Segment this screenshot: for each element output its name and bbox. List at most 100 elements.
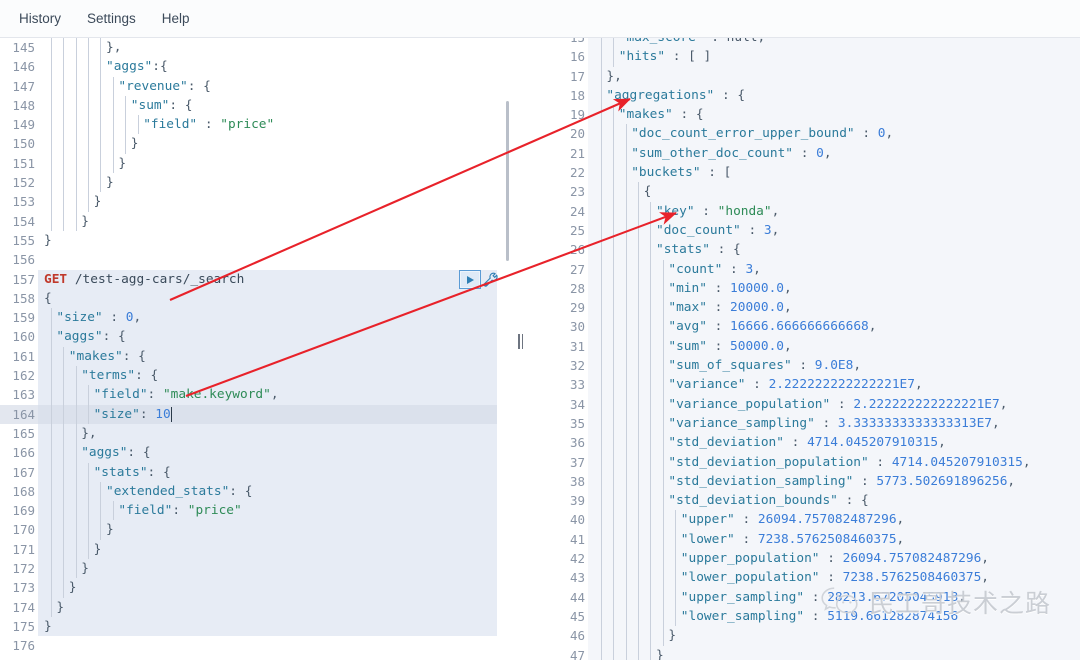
code-line[interactable]: 17▴}, — [555, 66, 1080, 86]
code-line[interactable]: 149 "field" : "price" — [0, 115, 497, 135]
indent-guide — [613, 163, 615, 183]
code-text: "aggregations" : { — [588, 85, 1080, 106]
code-line[interactable]: 162▾"terms": { — [0, 366, 497, 386]
indent-guide — [650, 298, 652, 318]
indent-guide — [50, 153, 52, 174]
code-line[interactable]: 153▴} — [0, 192, 497, 212]
indent-guide — [50, 385, 52, 405]
code-line[interactable]: 171▴} — [0, 539, 497, 560]
code-line[interactable]: 15"max_score" : null, — [555, 38, 1080, 48]
menu-settings[interactable]: Settings — [76, 6, 147, 31]
code-text: } — [38, 520, 497, 540]
code-line[interactable]: 165▴}, — [0, 423, 497, 444]
indent-guide — [625, 549, 627, 569]
code-line[interactable]: 176 — [0, 636, 497, 656]
code-line[interactable]: 39▾"std_deviation_bounds" : { — [555, 491, 1080, 511]
code-line[interactable]: 40 "upper" : 26094.757082487296, — [555, 510, 1080, 530]
code-line[interactable]: 27 "count" : 3, — [555, 259, 1080, 279]
code-line[interactable]: 177 — [0, 655, 497, 660]
code-line[interactable]: 146▾"aggs":{ — [0, 57, 497, 77]
response-viewer-pane[interactable]: 15"max_score" : null,16"hits" : [ ]17▴},… — [555, 38, 1080, 660]
indent-guide — [125, 115, 127, 135]
code-line[interactable]: 38 "std_deviation_sampling" : 5773.502691… — [555, 471, 1080, 492]
code-line[interactable]: 158▾{ — [0, 288, 497, 309]
code-line[interactable]: 154▴} — [0, 211, 497, 231]
indent-guide — [613, 452, 615, 472]
indent-guide — [75, 38, 77, 58]
editor-scrollbar[interactable] — [506, 101, 509, 261]
indent-guide — [638, 278, 640, 299]
code-line[interactable]: 42 "upper_population" : 26094.75708248729… — [555, 549, 1080, 569]
code-line[interactable]: 29 "max" : 20000.0, — [555, 298, 1080, 318]
code-line[interactable]: 18▾"aggregations" : { — [555, 85, 1080, 106]
wrench-icon[interactable] — [483, 272, 498, 288]
code-line[interactable]: 28 "min" : 10000.0, — [555, 278, 1080, 299]
code-line[interactable]: 172▴} — [0, 559, 497, 579]
indent-guide — [662, 356, 664, 376]
code-line[interactable]: 168▾"extended_stats": { — [0, 481, 497, 502]
code-line[interactable]: 157 GET /test-agg-cars/_search — [0, 269, 497, 289]
code-line[interactable]: 19▾"makes" : { — [555, 105, 1080, 125]
code-line[interactable]: 33 "variance" : 2.222222222222221E7, — [555, 375, 1080, 395]
indent-guide — [100, 501, 102, 521]
splitter-drag-handle[interactable] — [516, 333, 525, 350]
code-line[interactable]: 25 "doc_count" : 3, — [555, 220, 1080, 241]
code-line[interactable]: 160▾"aggs": { — [0, 327, 497, 347]
code-line[interactable]: 20 "doc_count_error_upper_bound" : 0, — [555, 124, 1080, 144]
code-line[interactable]: 150▴} — [0, 134, 497, 154]
code-line[interactable]: 175▴} — [0, 616, 497, 637]
code-line[interactable]: 161▾"makes": { — [0, 346, 497, 367]
pane-splitter[interactable] — [497, 38, 555, 660]
indent-guide — [662, 568, 664, 588]
indent-guide — [613, 220, 615, 241]
indent-guide — [600, 163, 602, 183]
code-line[interactable]: 16 "hits" : [ ] — [555, 47, 1080, 67]
code-line[interactable]: 170▴} — [0, 520, 497, 540]
code-line[interactable]: 47▴} — [555, 645, 1080, 660]
run-controls[interactable] — [459, 269, 499, 290]
code-line[interactable]: 156 — [0, 250, 497, 270]
code-line[interactable]: 148▾"sum": { — [0, 95, 497, 116]
request-editor-pane[interactable]: 145▴},146▾"aggs":{147▾"revenue": {148▾"s… — [0, 38, 497, 660]
code-line[interactable]: 166▾"aggs": { — [0, 443, 497, 463]
code-line[interactable]: 41 "lower" : 7238.5762508460375, — [555, 529, 1080, 550]
menu-help[interactable]: Help — [151, 6, 201, 31]
code-line[interactable]: 163 "field": "make.keyword", — [0, 385, 497, 405]
code-line[interactable]: 26▾"stats" : { — [555, 240, 1080, 260]
indent-guide — [600, 433, 602, 453]
code-line[interactable]: 30 "avg" : 16666.666666666668, — [555, 317, 1080, 337]
code-line[interactable]: 151▴} — [0, 153, 497, 174]
code-line[interactable]: 159 "size" : 0, — [0, 308, 497, 328]
code-line[interactable]: 36 "std_deviation" : 4714.045207910315, — [555, 433, 1080, 453]
indent-guide — [650, 220, 652, 241]
code-line[interactable]: 35 "variance_sampling" : 3.33333333333333… — [555, 413, 1080, 434]
code-line[interactable]: 34 "variance_population" : 2.222222222222… — [555, 394, 1080, 414]
indent-guide — [613, 375, 615, 395]
code-line[interactable]: 164 "size": 10 — [0, 404, 497, 424]
code-line[interactable]: 145▴}, — [0, 38, 497, 58]
code-line[interactable]: 23▾{ — [555, 182, 1080, 202]
code-line[interactable]: 37 "std_deviation_population" : 4714.0452… — [555, 452, 1080, 472]
indent-guide — [613, 317, 615, 337]
code-line[interactable]: 24 "key" : "honda", — [555, 201, 1080, 221]
code-line[interactable]: 173▴} — [0, 578, 497, 598]
indent-guide — [75, 559, 77, 579]
code-line[interactable]: 32 "sum_of_squares" : 9.0E8, — [555, 356, 1080, 376]
menu-history[interactable]: History — [8, 6, 72, 31]
play-icon[interactable] — [459, 270, 481, 289]
code-line[interactable]: 147▾"revenue": { — [0, 76, 497, 96]
code-line[interactable]: 155▴} — [0, 230, 497, 251]
code-line[interactable]: 152▴} — [0, 173, 497, 193]
indent-guide — [88, 192, 90, 212]
code-line[interactable]: 21 "sum_other_doc_count" : 0, — [555, 143, 1080, 164]
line-number: 18▾ — [555, 85, 592, 106]
code-line[interactable]: 174▴} — [0, 597, 497, 617]
code-line[interactable]: 46▴} — [555, 626, 1080, 646]
line-number: 32 — [555, 356, 588, 376]
code-line[interactable]: 167▾"stats": { — [0, 462, 497, 482]
code-line[interactable]: 22▾"buckets" : [ — [555, 163, 1080, 183]
code-line[interactable]: 31 "sum" : 50000.0, — [555, 336, 1080, 357]
code-line[interactable]: 169 "field": "price" — [0, 501, 497, 521]
line-number: 155▴ — [0, 230, 42, 251]
indent-guide — [63, 423, 65, 444]
